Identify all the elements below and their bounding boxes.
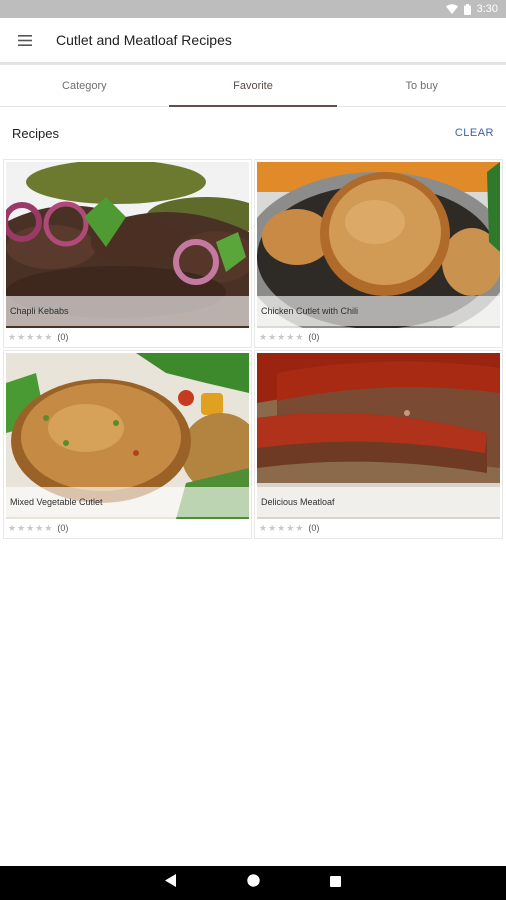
star-icon: ★ — [26, 331, 35, 342]
star-icon: ★ — [44, 331, 53, 342]
battery-icon — [463, 3, 471, 15]
recipe-card[interactable]: Chapli Kebabs ★ ★ ★ ★ ★ (0) — [4, 160, 251, 347]
star-icon: ★ — [268, 331, 277, 342]
star-icon: ★ — [286, 331, 295, 342]
rating-count: (0) — [308, 523, 320, 533]
star-icon: ★ — [286, 522, 295, 533]
rating-count: (0) — [308, 332, 320, 342]
app-title: Cutlet and Meatloaf Recipes — [56, 32, 232, 48]
rating-count: (0) — [57, 332, 69, 342]
home-icon[interactable] — [247, 874, 260, 892]
clear-button[interactable]: CLEAR — [455, 127, 494, 139]
star-icon: ★ — [17, 331, 26, 342]
star-icon: ★ — [268, 522, 277, 533]
recipe-card[interactable]: Delicious Meatloaf ★ ★ ★ ★ ★ (0) — [255, 351, 502, 538]
star-icon: ★ — [295, 331, 304, 342]
rating: ★ ★ ★ ★ ★ (0) — [259, 331, 319, 343]
star-icon: ★ — [8, 331, 17, 342]
star-icon: ★ — [35, 331, 44, 342]
star-icon: ★ — [259, 331, 268, 342]
clock: 3:30 — [476, 3, 498, 15]
recipe-title: Chicken Cutlet with Chili — [257, 296, 500, 326]
star-icon: ★ — [35, 522, 44, 533]
hamburger-menu-icon[interactable] — [0, 18, 50, 62]
star-icon: ★ — [277, 522, 286, 533]
star-icon: ★ — [295, 522, 304, 533]
recipes-header: Recipes CLEAR — [0, 118, 506, 148]
star-icon: ★ — [44, 522, 53, 533]
recipe-grid: Chapli Kebabs ★ ★ ★ ★ ★ (0) Chicken Cutl… — [4, 160, 502, 538]
wifi-icon — [445, 4, 458, 14]
back-icon[interactable] — [165, 874, 177, 892]
star-icon: ★ — [277, 331, 286, 342]
tab-to-buy[interactable]: To buy — [337, 65, 506, 106]
app-bar: Cutlet and Meatloaf Recipes — [0, 18, 506, 62]
rating: ★ ★ ★ ★ ★ (0) — [8, 522, 68, 534]
star-icon: ★ — [8, 522, 17, 533]
recipe-card[interactable]: Mixed Vegetable Cutlet ★ ★ ★ ★ ★ (0) — [4, 351, 251, 538]
system-nav-bar — [0, 866, 506, 900]
tab-category[interactable]: Category — [0, 65, 169, 106]
recents-icon[interactable] — [330, 874, 341, 892]
star-icon: ★ — [26, 522, 35, 533]
status-bar: 3:30 — [0, 0, 506, 18]
tab-favorite[interactable]: Favorite — [168, 65, 338, 107]
star-icon: ★ — [17, 522, 26, 533]
recipe-title: Delicious Meatloaf — [257, 487, 500, 517]
star-icon: ★ — [259, 522, 268, 533]
rating-count: (0) — [57, 523, 69, 533]
recipe-title: Chapli Kebabs — [6, 296, 249, 326]
recipe-card[interactable]: Chicken Cutlet with Chili ★ ★ ★ ★ ★ (0) — [255, 160, 502, 347]
tab-bar: Category Favorite To buy — [0, 65, 506, 107]
recipe-title: Mixed Vegetable Cutlet — [6, 487, 249, 517]
rating: ★ ★ ★ ★ ★ (0) — [259, 522, 319, 534]
rating: ★ ★ ★ ★ ★ (0) — [8, 331, 68, 343]
section-title: Recipes — [12, 125, 59, 141]
